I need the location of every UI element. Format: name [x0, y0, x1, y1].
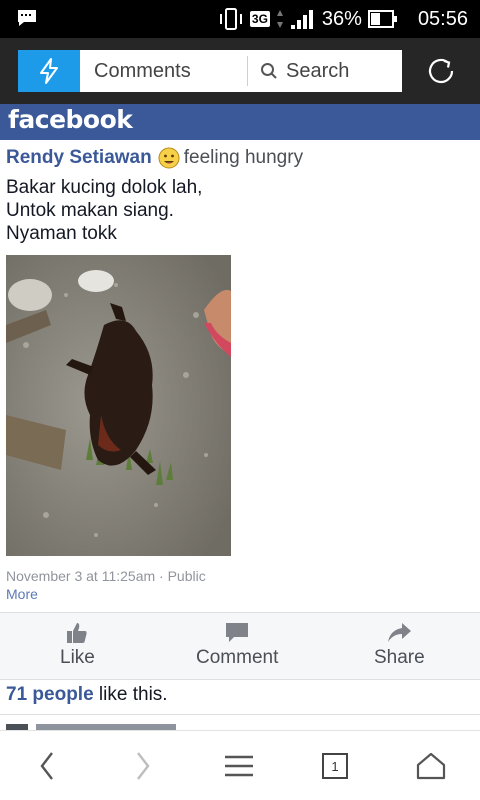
chevron-right-icon	[137, 752, 150, 780]
search-icon	[261, 63, 277, 79]
lightning-bolt-icon	[40, 58, 58, 84]
comment-bubble-icon	[226, 623, 249, 642]
facebook-logo[interactable]: facebook	[8, 105, 133, 134]
post-text-line: Nyaman tokk	[6, 223, 117, 244]
home-button[interactable]	[414, 749, 448, 783]
post-photo[interactable]	[6, 255, 231, 556]
tabs-button[interactable]: 1	[318, 749, 352, 783]
home-icon	[416, 752, 446, 780]
battery-percent: 36%	[321, 7, 362, 30]
like-button[interactable]: Like	[60, 621, 95, 669]
speed-mode-button[interactable]	[18, 50, 80, 92]
chevron-left-icon	[40, 752, 53, 780]
comment-button[interactable]: Comment	[196, 621, 278, 669]
feeling-status: feeling hungry	[183, 147, 304, 168]
signal-icon	[290, 10, 313, 29]
post-timestamp[interactable]: November 3 at 11:25am · Public	[6, 568, 206, 584]
photo-content	[6, 255, 231, 556]
browser-bottom-nav: 1	[0, 730, 480, 800]
share-arrow-icon	[388, 623, 412, 642]
post-action-bar: Like Comment Share	[0, 612, 480, 680]
network-type-badge: 3G	[249, 11, 270, 27]
vibrate-icon	[219, 8, 242, 30]
likes-count-link[interactable]: 71 people	[6, 684, 94, 705]
more-link[interactable]: More	[6, 586, 38, 602]
likes-summary: 71 people like this.	[6, 684, 168, 706]
post-author-link[interactable]: Rendy Setiawan	[6, 147, 152, 169]
reload-icon[interactable]	[424, 54, 458, 88]
page-title-field[interactable]: Comments	[80, 56, 248, 86]
message-notification-icon	[18, 10, 36, 26]
post-text: Bakar kucing dolok lah, Untok makan sian…	[6, 176, 202, 245]
back-button[interactable]	[30, 749, 64, 783]
menu-button[interactable]	[222, 749, 256, 783]
battery-icon	[367, 10, 397, 28]
data-arrows-icon	[276, 10, 283, 28]
share-button[interactable]: Share	[374, 621, 425, 669]
hungry-emoji-icon	[158, 147, 180, 169]
browser-toolbar: Comments Search	[0, 38, 480, 104]
post-text-line: Untok makan siang.	[6, 200, 174, 221]
comment-label: Comment	[196, 647, 279, 668]
thumbs-up-icon	[67, 623, 88, 643]
tab-count: 1	[322, 753, 348, 779]
share-label: Share	[374, 647, 425, 668]
hamburger-menu-icon	[225, 755, 253, 777]
status-bar: 3G 36% 05:56	[0, 0, 480, 38]
post-text-line: Bakar kucing dolok lah,	[6, 177, 203, 198]
address-bar[interactable]: Comments Search	[80, 50, 402, 92]
post-header: Rendy Setiawan feeling hungry	[6, 144, 303, 172]
likes-suffix: like this.	[93, 684, 168, 705]
facebook-header: facebook	[0, 104, 480, 140]
partial-row	[6, 722, 206, 730]
forward-button[interactable]	[126, 749, 160, 783]
search-label: Search	[286, 59, 350, 82]
search-field[interactable]: Search	[248, 60, 349, 83]
divider	[0, 714, 480, 715]
clock: 05:56	[417, 7, 468, 30]
like-label: Like	[60, 647, 95, 668]
